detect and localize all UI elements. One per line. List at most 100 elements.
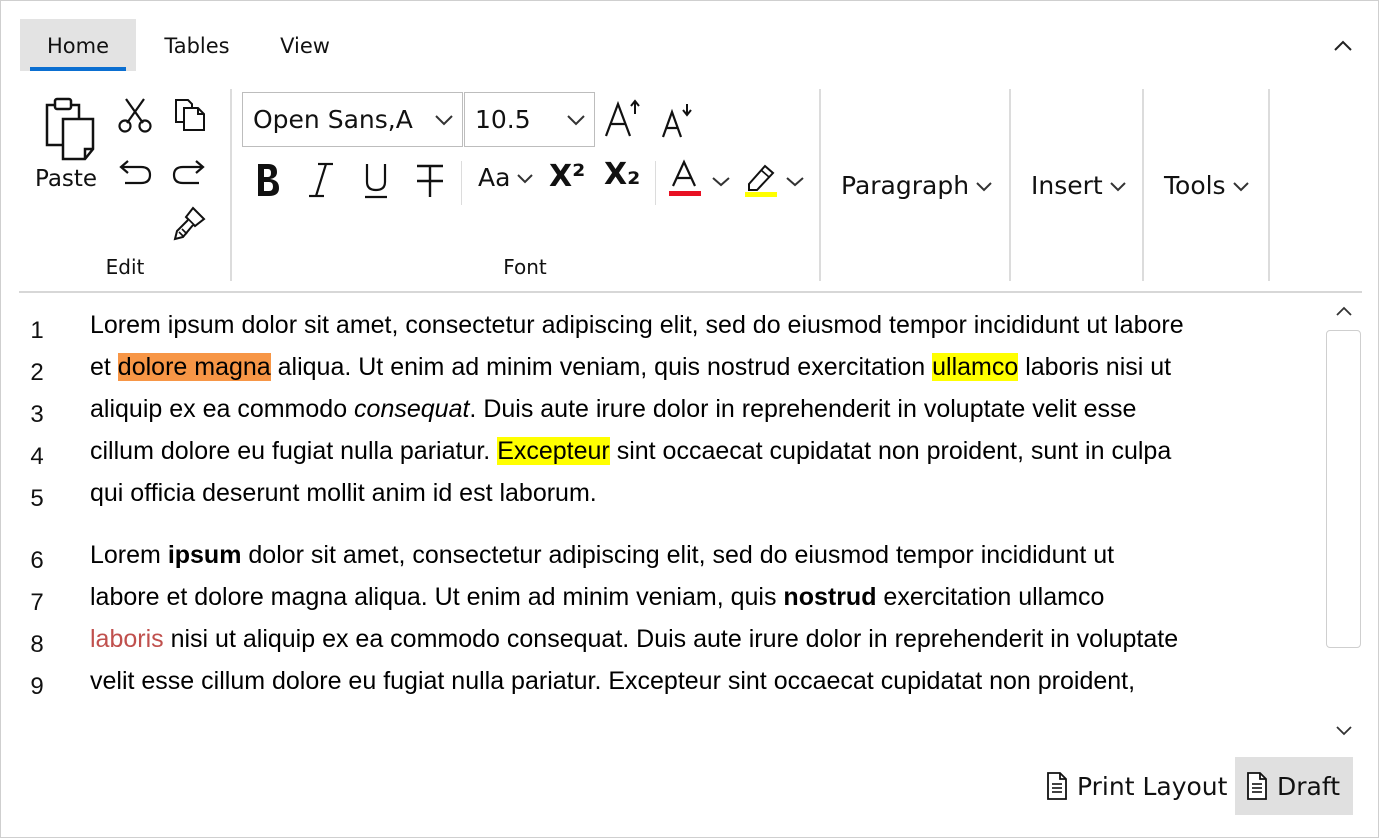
format-painter-button[interactable] (169, 203, 209, 245)
tools-label: Tools (1164, 171, 1226, 200)
line-number: 6 (30, 547, 44, 574)
vertical-scrollbar-thumb[interactable] (1326, 330, 1361, 648)
collapse-ribbon-button[interactable] (1329, 33, 1357, 59)
tab-tables-label: Tables (164, 34, 230, 58)
redo-icon (172, 160, 205, 185)
line-number: 3 (30, 401, 44, 428)
yellow-highlight-run: Excepteur (497, 437, 610, 465)
tab-view-label: View (280, 34, 330, 58)
text-run: et (90, 353, 118, 381)
highlight-icon (745, 164, 804, 197)
document-line-3[interactable]: aliquip ex ea commodo consequat. Duis au… (90, 395, 1136, 424)
change-case-label: Aa (478, 163, 511, 192)
print-layout-label: Print Layout (1077, 771, 1228, 801)
chevron-down-icon (976, 182, 992, 192)
cut-icon (118, 98, 152, 133)
highlight-color-button[interactable] (741, 157, 811, 203)
superscript-button[interactable]: X² (549, 159, 585, 194)
rich-text-editor-window: Home Tables View Paste Edit Open Sans,A … (0, 0, 1379, 838)
text-run: cillum dolore eu fugiat nulla pariatur. (90, 437, 498, 465)
text-run: qui officia deserunt mollit anim id est … (90, 479, 597, 507)
font-inner-separator (461, 161, 462, 205)
document-line-2[interactable]: et dolore magna aliqua. Ut enim ad minim… (90, 353, 1171, 382)
font-group-label: Font (503, 255, 547, 279)
yellow-highlight-run: ullamco (932, 353, 1019, 381)
text-run: laboris nisi ut (1018, 353, 1172, 381)
paste-icon (45, 97, 95, 161)
tab-tables[interactable]: Tables (147, 19, 247, 71)
document-line-7[interactable]: labore et dolore magna aliqua. Ut enim a… (90, 583, 1104, 612)
bold-button[interactable] (247, 157, 287, 203)
document-line-4[interactable]: cillum dolore eu fugiat nulla pariatur. … (90, 437, 1171, 466)
document-line-6[interactable]: Lorem ipsum dolor sit amet, consectetur … (90, 541, 1114, 570)
undo-button[interactable] (115, 151, 155, 191)
italic-button[interactable] (301, 157, 341, 203)
cut-button[interactable] (115, 95, 155, 135)
format-painter-icon (173, 206, 206, 241)
chevron-down-icon (435, 115, 453, 126)
chevron-up-icon (1336, 306, 1352, 316)
chevron-down-icon (567, 115, 585, 126)
shrink-font-icon (661, 104, 692, 138)
paste-button[interactable] (33, 95, 105, 163)
font-size-value: 10.5 (475, 105, 531, 134)
line-number: 9 (30, 673, 44, 700)
text-run: exercitation ullamco (876, 583, 1105, 611)
text-run: aliqua. Ut enim ad minim veniam, quis no… (270, 353, 933, 381)
text-run: Lorem ipsum dolor sit amet, consectetur … (90, 311, 1184, 339)
line-number: 5 (30, 485, 44, 512)
document-icon (1045, 771, 1069, 801)
grow-font-button[interactable] (601, 97, 643, 141)
document-line-1[interactable]: Lorem ipsum dolor sit amet, consectetur … (90, 311, 1184, 340)
superscript-label: X² (549, 159, 586, 194)
insert-dropdown[interactable]: Insert (1031, 171, 1127, 200)
font-color-icon (669, 159, 730, 196)
text-run: nisi ut aliquip ex ea commodo consequat.… (163, 625, 1179, 653)
underline-button[interactable] (356, 157, 396, 203)
tab-view[interactable]: View (263, 19, 347, 71)
paragraph-dropdown[interactable]: Paragraph (841, 171, 993, 200)
change-case-dropdown[interactable]: Aa (478, 163, 534, 192)
font-color-button[interactable] (665, 157, 735, 203)
text-run: . Duis aute irure dolor in reprehenderit… (469, 395, 1137, 423)
tab-home[interactable]: Home (20, 19, 136, 71)
line-number: 1 (30, 317, 44, 344)
insert-group-separator (1142, 89, 1144, 281)
font-family-combobox[interactable]: Open Sans,A (242, 92, 463, 147)
draft-label: Draft (1277, 771, 1341, 801)
underline-icon (365, 164, 387, 199)
chevron-down-icon (1336, 726, 1352, 736)
font-group-separator (819, 89, 821, 281)
text-run: velit esse cillum dolore eu fugiat nulla… (90, 667, 1136, 695)
font-size-combobox[interactable]: 10.5 (464, 92, 595, 147)
red-text-run: laboris (90, 625, 164, 653)
italic-icon (309, 162, 333, 198)
document-line-5[interactable]: qui officia deserunt mollit anim id est … (90, 479, 597, 508)
strikethrough-icon (417, 164, 443, 197)
edit-group-separator (230, 89, 232, 281)
strikethrough-button[interactable] (410, 157, 450, 203)
document-line-9[interactable]: velit esse cillum dolore eu fugiat nulla… (90, 667, 1135, 696)
redo-button[interactable] (169, 151, 209, 191)
paragraph-label: Paragraph (841, 171, 970, 200)
scroll-down-button[interactable] (1333, 721, 1355, 741)
shrink-font-button[interactable] (656, 99, 698, 141)
document-line-8[interactable]: laboris nisi ut aliquip ex ea commodo co… (90, 625, 1178, 654)
text-run: labore et dolore magna aliqua. Ut enim a… (90, 583, 784, 611)
edit-group-label: Edit (105, 255, 145, 279)
scroll-up-button[interactable] (1333, 301, 1355, 321)
insert-label: Insert (1031, 171, 1103, 200)
chevron-down-icon (1232, 182, 1249, 192)
chevron-down-icon (1110, 182, 1126, 192)
line-number: 7 (30, 589, 44, 616)
copy-button[interactable] (169, 95, 209, 135)
copy-icon (175, 99, 205, 131)
bold-run: ipsum (167, 541, 242, 569)
line-number: 2 (30, 359, 44, 386)
draft-button[interactable]: Draft (1235, 757, 1353, 815)
paragraph-group-separator (1009, 89, 1011, 281)
print-layout-button[interactable]: Print Layout (1035, 757, 1237, 815)
subscript-button[interactable]: X₂ (604, 157, 640, 192)
tools-dropdown[interactable]: Tools (1164, 171, 1250, 200)
tools-group-separator (1268, 89, 1270, 281)
